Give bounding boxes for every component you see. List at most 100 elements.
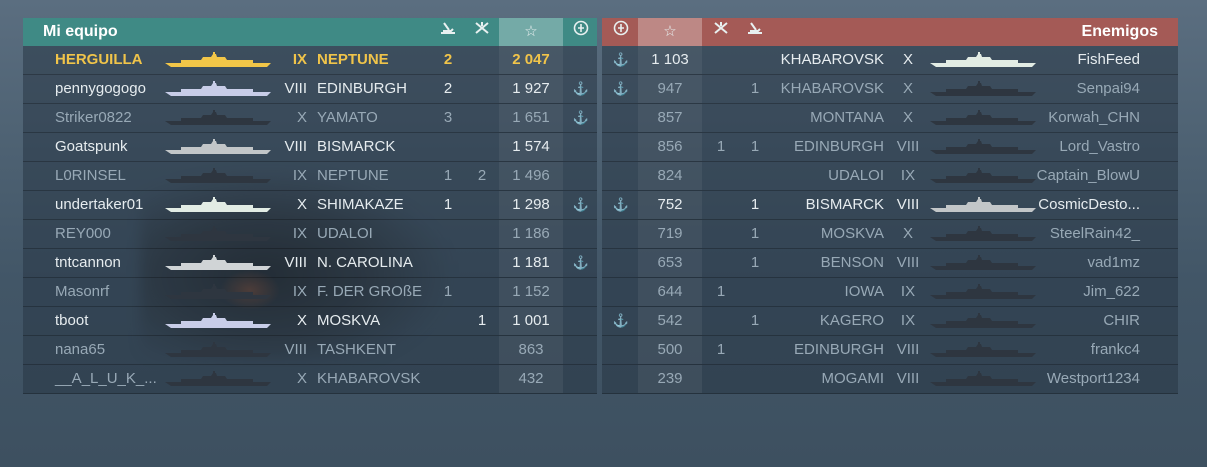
enemy-player-row[interactable]: 719 1 MOSKVA X SteelRain42_ [602, 220, 1178, 249]
player-name: Captain_BlowU [1036, 167, 1140, 184]
player-name: pennygogogo [55, 80, 146, 97]
ship-silhouette-icon [930, 139, 1036, 154]
enemy-player-row[interactable]: ⚓ 752 1 BISMARCK VIII CosmicDesto... [602, 191, 1178, 220]
team-player-row[interactable]: undertaker01 X SHIMAKAZE 1 1 298 ⚓ [23, 191, 597, 220]
team-player-row[interactable]: Masonrf IX F. DER GROßE 1 1 152 [23, 278, 597, 307]
team-player-row[interactable]: tntcannon VIII N. CAROLINA 1 181 ⚓ [23, 249, 597, 278]
enemy-player-row[interactable]: 824 UDALOI IX Captain_BlowU [602, 162, 1178, 191]
ship-tier: IX [900, 312, 916, 329]
ship-silhouette-icon [930, 81, 1036, 96]
team-player-row[interactable]: nana65 VIII TASHKENT 863 [23, 336, 597, 365]
ship-tier: VIII [896, 254, 920, 271]
ship-name: BISMARCK [317, 138, 396, 155]
enemy-player-row[interactable]: ⚓ 947 1 KHABAROVSK X Senpai94 [602, 75, 1178, 104]
enemy-player-row[interactable]: 856 1 1 EDINBURGH VIII Lord_Vastro [602, 133, 1178, 162]
ship-name: EDINBURGH [793, 138, 884, 155]
ship-silhouette-icon [165, 110, 271, 125]
torpedo-hits-icon[interactable] [433, 18, 463, 46]
ship-silhouette-icon [165, 284, 271, 299]
player-name: CosmicDesto... [1038, 196, 1140, 213]
ship-name: IOWA [844, 283, 884, 300]
torpedo-hits-icon[interactable] [740, 18, 770, 46]
ship-name: UDALOI [828, 167, 884, 184]
achievement-icon: ⚓ [572, 81, 590, 96]
planes-destroyed-icon[interactable] [706, 18, 736, 46]
ship-tier: VIII [896, 138, 920, 155]
player-name: tntcannon [55, 254, 121, 271]
ship-name: MOSKVA [820, 225, 884, 242]
xp-star-icon[interactable]: ☆ [499, 18, 563, 46]
ship-name: NEPTUNE [317, 167, 389, 184]
ship-tier: VIII [896, 196, 920, 213]
achievement-icon: ⚓ [572, 255, 590, 270]
planes-destroyed-value: 1 [716, 341, 726, 358]
enemy-player-row[interactable]: 644 1 IOWA IX Jim_622 [602, 278, 1178, 307]
xp-value: 1 181 [512, 254, 550, 271]
enemy-player-row[interactable]: 857 MONTANA X Korwah_CHN [602, 104, 1178, 133]
achievement-icon[interactable] [565, 18, 597, 46]
team-player-row[interactable]: tboot X MOSKVA 1 1 001 [23, 307, 597, 336]
xp-value: 1 574 [512, 138, 550, 155]
enemy-player-row[interactable]: 500 1 EDINBURGH VIII frankc4 [602, 336, 1178, 365]
xp-value: 1 186 [512, 225, 550, 242]
ship-tier: X [296, 196, 307, 213]
team-player-row[interactable]: REY000 IX UDALOI 1 186 [23, 220, 597, 249]
enemy-player-row[interactable]: 239 MOGAMI VIII Westport1234 [602, 365, 1178, 394]
ship-silhouette-icon [165, 139, 271, 154]
torpedo-hits-value: 1 [750, 80, 760, 97]
ship-tier: IX [292, 167, 307, 184]
ship-name: NEPTUNE [317, 51, 389, 68]
ship-name: EDINBURGH [793, 341, 884, 358]
xp-value: 239 [657, 370, 683, 387]
ship-name: KAGERO [819, 312, 884, 329]
enemy-player-row[interactable]: ⚓ 1 103 KHABAROVSK X FishFeed [602, 46, 1178, 75]
ship-tier: X [902, 51, 913, 68]
torpedo-hits-value: 1 [750, 138, 760, 155]
enemy-player-row[interactable]: 653 1 BENSON VIII vad1mz [602, 249, 1178, 278]
player-name: FishFeed [1077, 51, 1140, 68]
ship-name: TASHKENT [317, 341, 396, 358]
xp-value: 856 [657, 138, 683, 155]
my-team-title: Mi equipo [43, 23, 118, 40]
ship-name: SHIMAKAZE [317, 196, 404, 213]
achievement-icon: ⚓ [572, 110, 590, 125]
team-player-row[interactable]: L0RINSEL IX NEPTUNE 1 2 1 496 [23, 162, 597, 191]
player-name: L0RINSEL [55, 167, 126, 184]
ship-tier: IX [292, 225, 307, 242]
torpedo-hits-value: 1 [750, 225, 760, 242]
achievement-icon: ⚓ [612, 81, 630, 96]
team-player-row[interactable]: pennygogogo VIII EDINBURGH 2 1 927 ⚓ [23, 75, 597, 104]
team-player-row[interactable]: __A_L_U_K_... X KHABAROVSK 432 [23, 365, 597, 394]
enemy-player-row[interactable]: ⚓ 542 1 KAGERO IX CHIR [602, 307, 1178, 336]
player-name: __A_L_U_K_... [55, 370, 157, 387]
ship-tier: X [902, 109, 913, 126]
xp-value: 1 496 [512, 167, 550, 184]
team-player-row[interactable]: HERGUILLA IX NEPTUNE 2 2 047 [23, 46, 597, 75]
ship-silhouette-icon [165, 52, 271, 67]
ship-tier: VIII [284, 254, 307, 271]
ship-tier: X [902, 225, 913, 242]
torpedo-hits-value: 1 [443, 283, 453, 300]
ship-silhouette-icon [930, 371, 1036, 386]
xp-value: 644 [657, 283, 683, 300]
planes-destroyed-icon[interactable] [467, 18, 497, 46]
ship-silhouette-icon [165, 81, 271, 96]
planes-destroyed-value: 2 [477, 167, 487, 184]
ship-name: MOSKVA [317, 312, 381, 329]
player-name: frankc4 [1090, 341, 1140, 358]
ship-name: N. CAROLINA [317, 254, 413, 271]
team-player-row[interactable]: Goatspunk VIII BISMARCK 1 574 [23, 133, 597, 162]
xp-value: 653 [657, 254, 683, 271]
player-name: Masonrf [55, 283, 110, 300]
ship-name: BENSON [820, 254, 884, 271]
achievement-icon[interactable] [604, 18, 638, 46]
torpedo-hits-value: 1 [750, 254, 760, 271]
ship-silhouette-icon [165, 313, 271, 328]
ship-silhouette-icon [165, 197, 271, 212]
team-player-row[interactable]: Striker0822 X YAMATO 3 1 651 ⚓ [23, 104, 597, 133]
player-name: vad1mz [1087, 254, 1140, 271]
ship-name: MOGAMI [821, 370, 885, 387]
ship-tier: VIII [896, 341, 920, 358]
ship-silhouette-icon [930, 110, 1036, 125]
xp-star-icon[interactable]: ☆ [638, 18, 702, 46]
